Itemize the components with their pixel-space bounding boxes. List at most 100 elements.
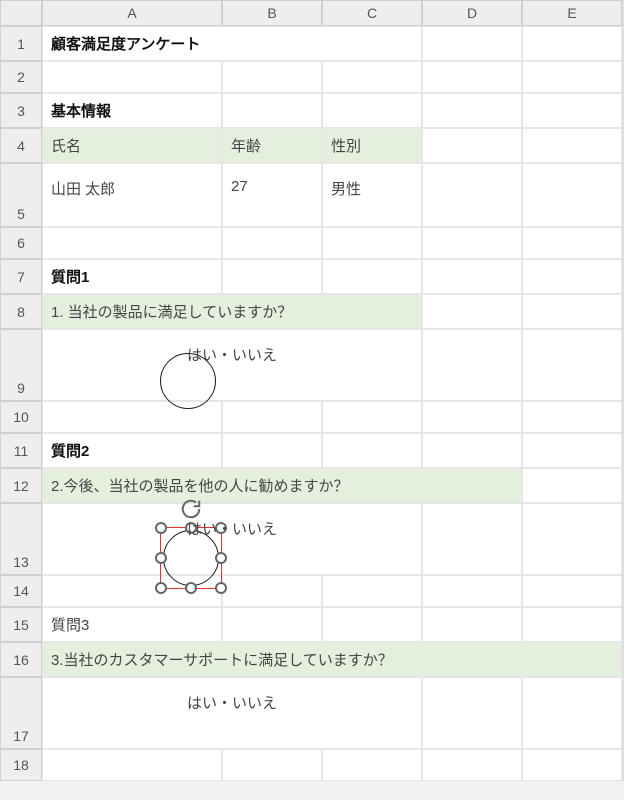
row-hdr-13[interactable]: 13 bbox=[0, 503, 42, 575]
row-hdr-18[interactable]: 18 bbox=[0, 749, 42, 781]
cell-A11-q2-label[interactable]: 質問2 bbox=[42, 433, 222, 468]
cell-C5-gender-value[interactable]: 男性 bbox=[322, 163, 422, 227]
cell-D10[interactable] bbox=[422, 401, 522, 433]
row-hdr-2[interactable]: 2 bbox=[0, 61, 42, 93]
cell-C11[interactable] bbox=[322, 433, 422, 468]
cell-E6[interactable] bbox=[522, 227, 622, 259]
cell-E17[interactable] bbox=[522, 677, 622, 749]
row-hdr-15[interactable]: 15 bbox=[0, 607, 42, 642]
cell-E18[interactable] bbox=[522, 749, 622, 781]
resize-handle-bl[interactable] bbox=[155, 582, 167, 594]
cell-A2[interactable] bbox=[42, 61, 222, 93]
cell-A10[interactable] bbox=[42, 401, 222, 433]
row-hdr-12[interactable]: 12 bbox=[0, 468, 42, 503]
col-hdr-D[interactable]: D bbox=[422, 0, 522, 26]
row-hdr-7[interactable]: 7 bbox=[0, 259, 42, 294]
cell-E5[interactable] bbox=[522, 163, 622, 227]
cell-D3[interactable] bbox=[422, 93, 522, 128]
cell-E8[interactable] bbox=[522, 294, 622, 329]
cell-D8[interactable] bbox=[422, 294, 522, 329]
cell-E7[interactable] bbox=[522, 259, 622, 294]
cell-B11[interactable] bbox=[222, 433, 322, 468]
cell-C15[interactable] bbox=[322, 607, 422, 642]
cell-C10[interactable] bbox=[322, 401, 422, 433]
cell-D4[interactable] bbox=[422, 128, 522, 163]
row-hdr-8[interactable]: 8 bbox=[0, 294, 42, 329]
row-hdr-11[interactable]: 11 bbox=[0, 433, 42, 468]
cell-E14[interactable] bbox=[522, 575, 622, 607]
col-hdr-B[interactable]: B bbox=[222, 0, 322, 26]
cell-E4[interactable] bbox=[522, 128, 622, 163]
cell-C6[interactable] bbox=[322, 227, 422, 259]
cell-C7[interactable] bbox=[322, 259, 422, 294]
cell-A4-name-label[interactable]: 氏名 bbox=[42, 128, 222, 163]
cell-E1[interactable] bbox=[522, 26, 622, 61]
row-hdr-6[interactable]: 6 bbox=[0, 227, 42, 259]
cell-E15[interactable] bbox=[522, 607, 622, 642]
cell-E13[interactable] bbox=[522, 503, 622, 575]
cell-D1[interactable] bbox=[422, 26, 522, 61]
cell-D9[interactable] bbox=[422, 329, 522, 401]
spreadsheet-grid[interactable]: A B C D E 1 顧客満足度アンケート 2 3 基本情報 4 氏名 年齢 … bbox=[0, 0, 624, 781]
col-hdr-A[interactable]: A bbox=[42, 0, 222, 26]
resize-handle-ml[interactable] bbox=[155, 552, 167, 564]
cell-C4-gender-label[interactable]: 性別 bbox=[322, 128, 422, 163]
resize-handle-mr[interactable] bbox=[215, 552, 227, 564]
cell-A7-q1-label[interactable]: 質問1 bbox=[42, 259, 222, 294]
cell-D18[interactable] bbox=[422, 749, 522, 781]
resize-handle-bm[interactable] bbox=[185, 582, 197, 594]
cell-E9[interactable] bbox=[522, 329, 622, 401]
col-hdr-E[interactable]: E bbox=[522, 0, 622, 26]
cell-D14[interactable] bbox=[422, 575, 522, 607]
cell-D6[interactable] bbox=[422, 227, 522, 259]
cell-B2[interactable] bbox=[222, 61, 322, 93]
cell-A5-name-value[interactable]: 山田 太郎 bbox=[42, 163, 222, 227]
cell-B14[interactable] bbox=[222, 575, 322, 607]
cell-A15-q3-label[interactable]: 質問3 bbox=[42, 607, 222, 642]
cell-E11[interactable] bbox=[522, 433, 622, 468]
row-hdr-16[interactable]: 16 bbox=[0, 642, 42, 677]
cell-E3[interactable] bbox=[522, 93, 622, 128]
cell-B5-age-value[interactable]: 27 bbox=[222, 163, 322, 227]
cell-D5[interactable] bbox=[422, 163, 522, 227]
cell-C18[interactable] bbox=[322, 749, 422, 781]
cell-A6[interactable] bbox=[42, 227, 222, 259]
row-hdr-10[interactable]: 10 bbox=[0, 401, 42, 433]
row-hdr-1[interactable]: 1 bbox=[0, 26, 42, 61]
cell-A3-section[interactable]: 基本情報 bbox=[42, 93, 222, 128]
cell-E10[interactable] bbox=[522, 401, 622, 433]
cell-A17-answer3[interactable]: はい・いいえ bbox=[42, 677, 422, 749]
cell-C3[interactable] bbox=[322, 93, 422, 128]
cell-E2[interactable] bbox=[522, 61, 622, 93]
cell-D17[interactable] bbox=[422, 677, 522, 749]
row-hdr-14[interactable]: 14 bbox=[0, 575, 42, 607]
cell-D2[interactable] bbox=[422, 61, 522, 93]
cell-B18[interactable] bbox=[222, 749, 322, 781]
resize-handle-br[interactable] bbox=[215, 582, 227, 594]
cell-C14[interactable] bbox=[322, 575, 422, 607]
cell-D15[interactable] bbox=[422, 607, 522, 642]
cell-A9-answer1[interactable]: はい・いいえ bbox=[42, 329, 422, 401]
resize-handle-tl[interactable] bbox=[155, 522, 167, 534]
cell-A18[interactable] bbox=[42, 749, 222, 781]
cell-B6[interactable] bbox=[222, 227, 322, 259]
select-all-corner[interactable] bbox=[0, 0, 42, 26]
cell-A16-q3-text[interactable]: 3.当社のカスタマーサポートに満足していますか？ bbox=[42, 642, 622, 677]
col-hdr-C[interactable]: C bbox=[322, 0, 422, 26]
row-hdr-9[interactable]: 9 bbox=[0, 329, 42, 401]
row-hdr-3[interactable]: 3 bbox=[0, 93, 42, 128]
row-hdr-5[interactable]: 5 bbox=[0, 163, 42, 227]
cell-E12[interactable] bbox=[522, 468, 622, 503]
cell-B15[interactable] bbox=[222, 607, 322, 642]
row-hdr-17[interactable]: 17 bbox=[0, 677, 42, 749]
cell-A8-q1-text[interactable]: 1. 当社の製品に満足していますか？ bbox=[42, 294, 422, 329]
cell-B7[interactable] bbox=[222, 259, 322, 294]
cell-D13[interactable] bbox=[422, 503, 522, 575]
row-hdr-4[interactable]: 4 bbox=[0, 128, 42, 163]
cell-A13-answer2[interactable]: はい・いいえ bbox=[42, 503, 422, 575]
cell-B4-age-label[interactable]: 年齢 bbox=[222, 128, 322, 163]
cell-D7[interactable] bbox=[422, 259, 522, 294]
cell-B3[interactable] bbox=[222, 93, 322, 128]
cell-A12-q2-text[interactable]: 2.今後、当社の製品を他の人に勧めますか？ bbox=[42, 468, 522, 503]
cell-D11[interactable] bbox=[422, 433, 522, 468]
